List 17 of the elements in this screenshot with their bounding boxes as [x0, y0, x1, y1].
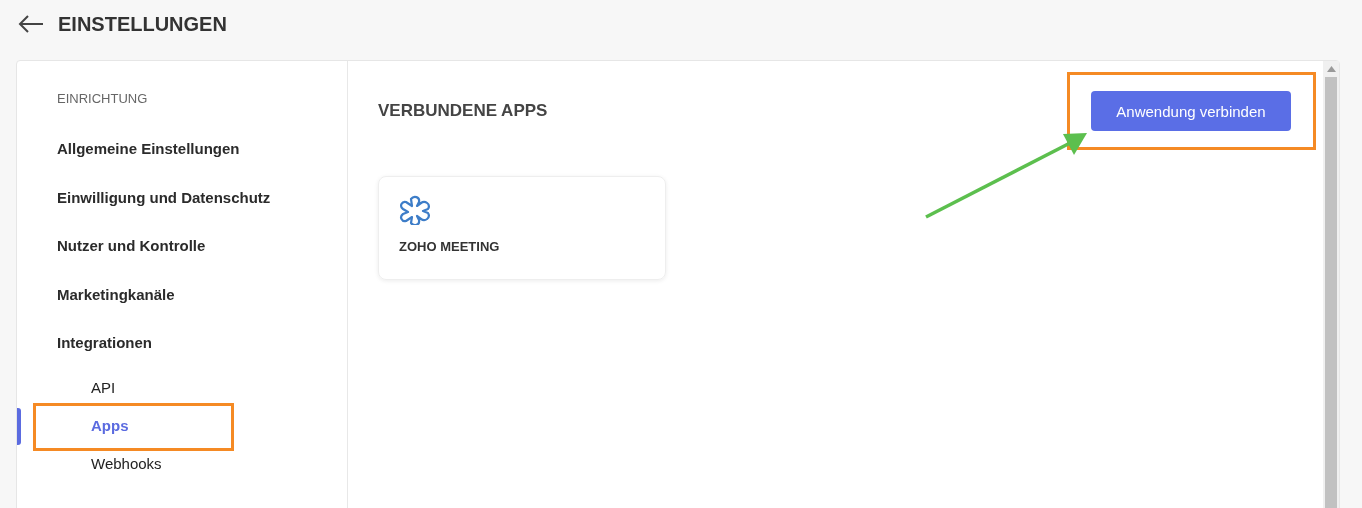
app-card[interactable]: ZOHO MEETING — [378, 176, 666, 280]
section-heading: EINRICHTUNG — [57, 91, 149, 106]
section-title: VERBUNDENE APPS — [378, 101, 548, 121]
sidebar-item[interactable]: Allgemeine Einstellungen — [57, 140, 347, 189]
back-arrow-icon[interactable] — [18, 15, 44, 33]
sidebar-item[interactable]: Marketingkanäle — [57, 285, 347, 334]
scroll-thumb[interactable] — [1325, 77, 1337, 508]
scroll-up-icon[interactable] — [1326, 66, 1336, 72]
sidebar-item[interactable]: Einwilligung und Datenschutz — [57, 188, 347, 237]
app-name: ZOHO MEETING — [399, 239, 500, 254]
sidebar-item[interactable]: Nutzer und Kontrolle — [57, 237, 347, 286]
sidebar-subitem[interactable]: Apps — [91, 417, 129, 434]
sidebar-subitem[interactable]: Webhooks — [91, 455, 162, 472]
scrollbar[interactable] — [1323, 61, 1339, 508]
active-indicator — [17, 407, 21, 445]
connect-app-button[interactable]: Anwendung verbinden — [1091, 91, 1291, 131]
page-title: EINSTELLUNGEN — [58, 12, 227, 36]
